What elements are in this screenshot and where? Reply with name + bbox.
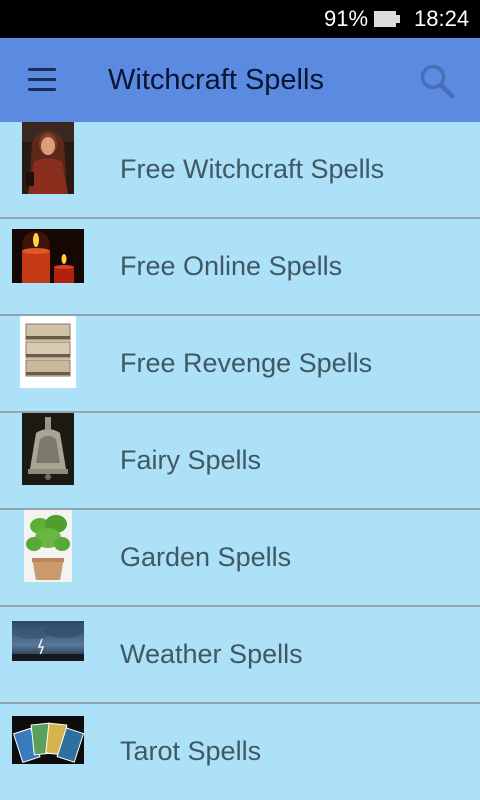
list-item-free-revenge-spells[interactable]: Free Revenge Spells bbox=[0, 316, 480, 413]
item-label: Free Witchcraft Spells bbox=[120, 154, 385, 184]
spell-category-list: Free Witchcraft Spells Free Online Spell… bbox=[0, 122, 480, 799]
item-label: Weather Spells bbox=[120, 639, 303, 669]
item-label: Fairy Spells bbox=[120, 445, 262, 475]
candles-thumbnail bbox=[12, 229, 84, 283]
battery-icon bbox=[374, 11, 400, 27]
storm-sky-thumbnail bbox=[12, 621, 84, 661]
item-label: Free Revenge Spells bbox=[120, 348, 373, 378]
item-label: Free Online Spells bbox=[120, 251, 343, 281]
list-item-weather-spells[interactable]: Weather Spells bbox=[0, 607, 480, 704]
search-icon[interactable] bbox=[418, 62, 456, 100]
tarot-cards-thumbnail bbox=[12, 716, 84, 764]
stacked-boxes-thumbnail bbox=[20, 316, 76, 388]
list-item-fairy-spells[interactable]: Fairy Spells bbox=[0, 413, 480, 510]
list-item-tarot-spells[interactable]: Tarot Spells bbox=[0, 704, 480, 799]
item-label: Tarot Spells bbox=[120, 736, 262, 766]
item-label: Garden Spells bbox=[120, 542, 292, 572]
witch-portrait-thumbnail bbox=[22, 122, 74, 194]
list-item-garden-spells[interactable]: Garden Spells bbox=[0, 510, 480, 607]
hamburger-menu-icon[interactable] bbox=[26, 68, 58, 92]
status-time: 18:24 bbox=[414, 6, 470, 31]
app-bar: Witchcraft Spells bbox=[0, 38, 480, 122]
battery-percent: 91% bbox=[324, 6, 369, 31]
bell-thumbnail bbox=[22, 413, 74, 485]
status-bar: 91% 18:24 bbox=[0, 0, 480, 38]
app-title: Witchcraft Spells bbox=[108, 64, 324, 96]
list-item-free-online-spells[interactable]: Free Online Spells bbox=[0, 219, 480, 316]
list-item-free-witchcraft-spells[interactable]: Free Witchcraft Spells bbox=[0, 122, 480, 219]
potted-herb-thumbnail bbox=[24, 510, 72, 582]
